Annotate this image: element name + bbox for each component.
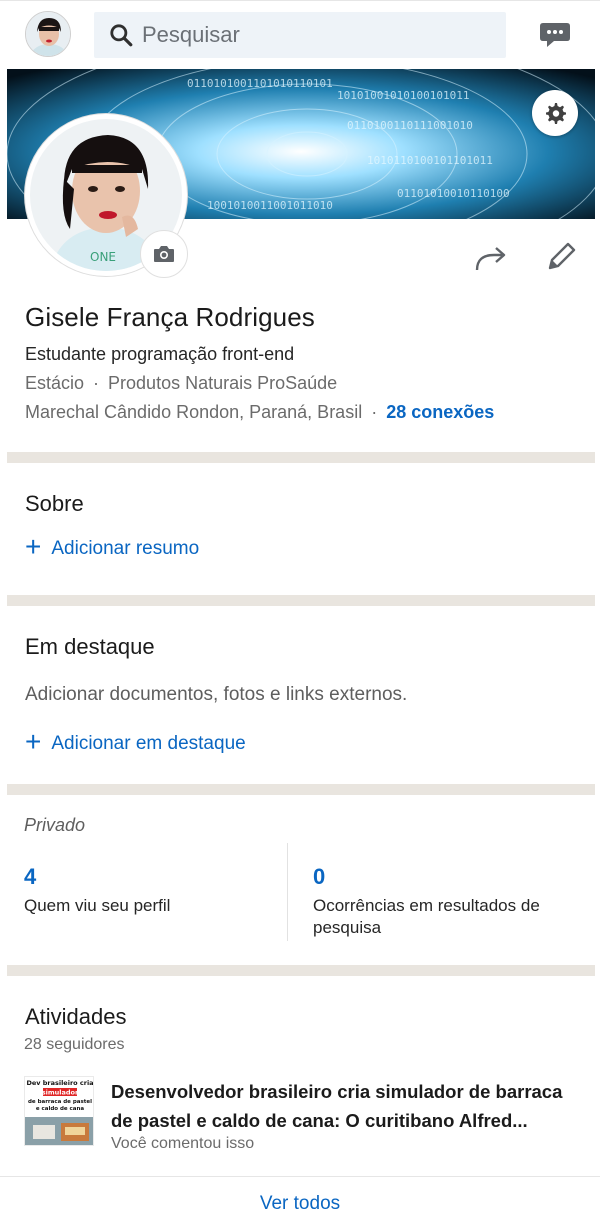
profile-views-label[interactable]: Quem viu seu perfil: [24, 895, 264, 917]
gear-icon: [546, 103, 566, 124]
camera-icon: [154, 246, 174, 262]
education-text[interactable]: Estácio: [25, 373, 84, 393]
thumb-line-4: e caldo de cana: [36, 1106, 85, 1112]
section-divider: [7, 595, 595, 606]
search-icon: [110, 24, 133, 47]
see-all-row: Ver todos: [0, 1176, 600, 1218]
top-bar: Pesquisar: [0, 0, 600, 68]
change-photo-button[interactable]: [140, 230, 188, 278]
thumb-line-3: de barraca de pastel: [28, 1099, 92, 1105]
section-divider: [7, 784, 595, 795]
stats-separator: [287, 843, 288, 941]
svg-text:01101010010110100: 01101010010110100: [397, 187, 510, 200]
plus-icon: +: [25, 531, 42, 562]
section-divider: [7, 452, 595, 463]
featured-description: Adicionar documentos, fotos e links exte…: [25, 684, 408, 705]
post-thumbnail[interactable]: Dev brasileiro cria simulador de barraca…: [24, 1076, 94, 1146]
section-divider: [7, 965, 595, 976]
thumb-line-2: simulador: [42, 1089, 79, 1097]
search-appearances-count[interactable]: 0: [313, 864, 325, 890]
svg-text:0110101001101010110101: 0110101001101010110101: [187, 77, 333, 90]
profile-location-line: Marechal Cândido Rondon, Paraná, Brasil ·…: [25, 402, 495, 422]
connections-link[interactable]: 28 conexões: [386, 402, 494, 422]
svg-text:ONE: ONE: [90, 250, 116, 264]
followers-count: 28 seguidores: [24, 1036, 125, 1053]
post-title[interactable]: Desenvolvedor brasileiro cria simulador …: [111, 1077, 581, 1135]
svg-text:1001010011001011010: 1001010011001011010: [207, 199, 333, 212]
edit-pencil-icon[interactable]: [544, 240, 578, 274]
add-featured-button[interactable]: + Adicionar em destaque: [25, 726, 246, 758]
svg-text:1010110100101101011: 1010110100101101011: [367, 154, 493, 167]
company-text[interactable]: Produtos Naturais ProSaúde: [108, 373, 337, 393]
profile-views-count[interactable]: 4: [24, 864, 36, 890]
profile-headline: Estudante programação front-end: [25, 344, 295, 364]
search-appearances-label[interactable]: Ocorrências em resultados de pesquisa: [313, 895, 573, 939]
settings-button[interactable]: [532, 90, 578, 136]
add-summary-button[interactable]: + Adicionar resumo: [25, 531, 199, 563]
private-label: Privado: [24, 815, 86, 835]
svg-text:10101001010100101011: 10101001010100101011: [337, 89, 469, 102]
share-icon[interactable]: [474, 243, 510, 275]
activity-title: Atividades: [25, 1004, 127, 1029]
plus-icon: +: [25, 726, 42, 757]
search-placeholder: Pesquisar: [142, 22, 240, 47]
profile-name: Gisele França Rodrigues: [25, 302, 315, 332]
search-input[interactable]: Pesquisar: [94, 12, 506, 58]
featured-title: Em destaque: [25, 634, 155, 659]
svg-text:0110100110111001010: 0110100110111001010: [347, 119, 473, 132]
thumb-line-1: Dev brasileiro cria: [26, 1079, 93, 1087]
post-activity-note: Você comentou isso: [111, 1135, 255, 1152]
about-title: Sobre: [25, 491, 84, 516]
avatar[interactable]: [25, 11, 71, 57]
messaging-icon[interactable]: [538, 20, 572, 50]
see-all-button[interactable]: Ver todos: [260, 1181, 340, 1215]
location-text: Marechal Cândido Rondon, Paraná, Brasil: [25, 402, 363, 422]
profile-work-education: Estácio · Produtos Naturais ProSaúde: [25, 373, 338, 393]
